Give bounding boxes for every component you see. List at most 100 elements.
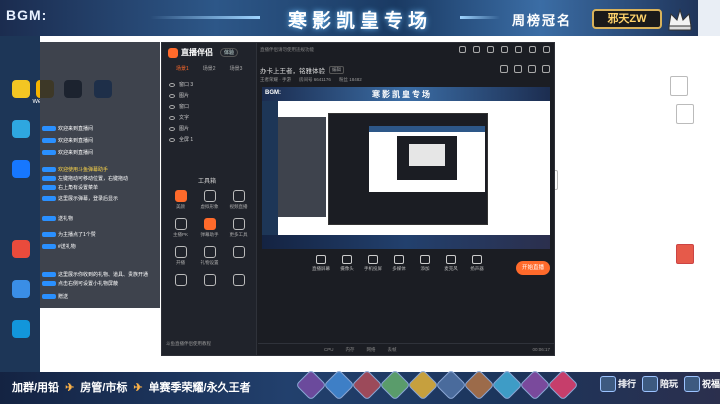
eye-icon[interactable] (169, 104, 175, 109)
control-button[interactable]: 添加 (414, 255, 436, 272)
app-logo-text: 直播伴侣 (181, 48, 213, 57)
chat-message-text: #送礼物 (58, 244, 76, 250)
tool-label: 弹幕助手 (200, 232, 219, 237)
room-meta: 王者荣耀 · 手游 房间号 6641176 粉丝 18482 (260, 77, 362, 83)
hero-icon (491, 369, 523, 401)
desktop-icon[interactable] (6, 120, 36, 139)
share-icon[interactable] (500, 65, 508, 73)
menu-icon[interactable] (501, 46, 508, 53)
tool-item[interactable]: 美颜 (166, 190, 195, 210)
rank-item[interactable]: 祝福 (684, 376, 720, 392)
tool-item[interactable] (224, 246, 253, 266)
chat-message-text: 欢迎来到直播间 (58, 150, 94, 156)
settings-icon[interactable] (473, 46, 480, 53)
headset-icon[interactable] (459, 46, 466, 53)
maximize-icon[interactable] (529, 46, 536, 53)
chat-message-text: 欢迎来到直播间 (58, 126, 94, 132)
chat-message-text: 欢迎来到直播间 (58, 138, 94, 144)
crown-icon (668, 8, 692, 31)
control-icon (394, 255, 404, 264)
tool-item[interactable]: 开播 (166, 246, 195, 266)
stream-preview[interactable]: BGM: 寒影凯皇专场 (262, 87, 550, 249)
source-item[interactable]: 窗口 3 (167, 79, 251, 90)
chat-message: 欢迎来到直播间 (42, 126, 93, 132)
edit-room-button[interactable]: 编辑 (329, 66, 344, 74)
desktop-icon[interactable] (6, 160, 36, 179)
tool-label: 主播PK (172, 232, 188, 237)
tool-icon (203, 190, 216, 202)
bgm-label: BGM: (6, 7, 48, 23)
source-item[interactable]: 窗口 (167, 101, 251, 112)
eye-icon[interactable] (169, 93, 175, 98)
tab-scene-2[interactable]: 场景2 (203, 65, 216, 72)
source-item[interactable]: 图片 (167, 90, 251, 101)
hero-icon (519, 369, 551, 401)
control-icon (446, 255, 456, 264)
control-button[interactable]: 扬声器 (466, 255, 488, 272)
tools-grid: 美颜 虚拟形象 视频直播主播PK 弹幕助手 更多工具开播 礼物设置 (166, 190, 254, 288)
hero-icon (435, 369, 467, 401)
control-button[interactable]: 直播屏幕 (310, 255, 332, 272)
rank-item[interactable]: 排行 (600, 376, 636, 392)
eye-icon[interactable] (169, 115, 175, 120)
stream-app-window[interactable]: 直播伴侣 体验 场景1 场景2 场景3 窗口 3 图片 窗口 文字 图片 全屏 1 工具箱… (161, 42, 555, 356)
tool-item[interactable] (195, 274, 224, 288)
tool-item[interactable]: 虚拟形象 (195, 190, 224, 210)
ticker-item-2: 房管/市标 (80, 382, 128, 394)
stream-title: 寒影凯皇专场 (287, 11, 432, 32)
tab-scene-1[interactable]: 场景1 (176, 65, 189, 72)
control-button[interactable]: 多媒体 (388, 255, 410, 272)
rank-icon (642, 376, 658, 392)
tool-item[interactable] (224, 274, 253, 288)
eye-icon[interactable] (169, 126, 175, 131)
tool-item[interactable]: 礼物设置 (195, 246, 224, 266)
tutorial-link[interactable]: 斗鱼直播伴侣使用教程 (166, 341, 211, 347)
preview-bottom-bar (262, 235, 550, 249)
link-icon[interactable] (528, 65, 536, 73)
copy-icon[interactable] (514, 65, 522, 73)
rank-item[interactable]: 陪玩 (642, 376, 678, 392)
desktop-icon[interactable] (6, 280, 36, 299)
source-item[interactable]: 文字 (167, 112, 251, 123)
source-item[interactable]: 图片 (167, 123, 251, 134)
desktop-file[interactable] (663, 104, 707, 125)
start-stream-button[interactable]: 开始直播 (516, 261, 550, 275)
desktop-icon[interactable] (6, 320, 36, 339)
app-logo: 直播伴侣 体验 (168, 47, 239, 58)
tool-item[interactable]: 弹幕助手 (195, 218, 224, 238)
skin-icon[interactable] (487, 46, 494, 53)
tool-icon (232, 190, 245, 202)
control-icon (368, 255, 378, 264)
desktop-file[interactable] (657, 76, 701, 97)
control-button[interactable]: 摄像头 (336, 255, 358, 272)
user-badge-icon (42, 281, 56, 287)
eye-icon[interactable] (169, 82, 175, 87)
tab-scene-3[interactable]: 场景3 (230, 65, 243, 72)
eye-icon[interactable] (169, 137, 175, 142)
source-label: 图片 (179, 126, 190, 132)
tool-icon (174, 190, 187, 202)
chat-message-text: 为主播点了1个赞 (58, 232, 96, 238)
tool-item[interactable]: 主播PK (166, 218, 195, 238)
desktop-file[interactable] (663, 244, 707, 265)
preview-nested-app (328, 113, 488, 225)
control-button[interactable]: 麦克风 (440, 255, 462, 272)
stream-timer: 00:06:17 (532, 347, 550, 352)
danmu-chat-overlay (40, 42, 160, 308)
hero-icon (547, 369, 579, 401)
tool-item[interactable]: 视频直播 (224, 190, 253, 210)
more-icon[interactable] (542, 65, 550, 73)
user-badge-icon (42, 294, 56, 300)
tool-item[interactable]: 更多工具 (224, 218, 253, 238)
ticker-sep-icon: ✈ (133, 381, 143, 394)
desktop-icon[interactable] (6, 240, 36, 259)
tool-item[interactable] (166, 274, 195, 288)
scene-tabs: 场景1 场景2 场景3 (176, 65, 242, 72)
file-icon (670, 76, 688, 96)
chat-message: 右上角有设置菜单 (42, 185, 98, 191)
close-icon[interactable] (543, 46, 550, 53)
control-button[interactable]: 手机投屏 (362, 255, 384, 272)
source-item[interactable]: 全屏 1 (167, 134, 251, 145)
minimize-icon[interactable] (515, 46, 522, 53)
control-icon (472, 255, 482, 264)
